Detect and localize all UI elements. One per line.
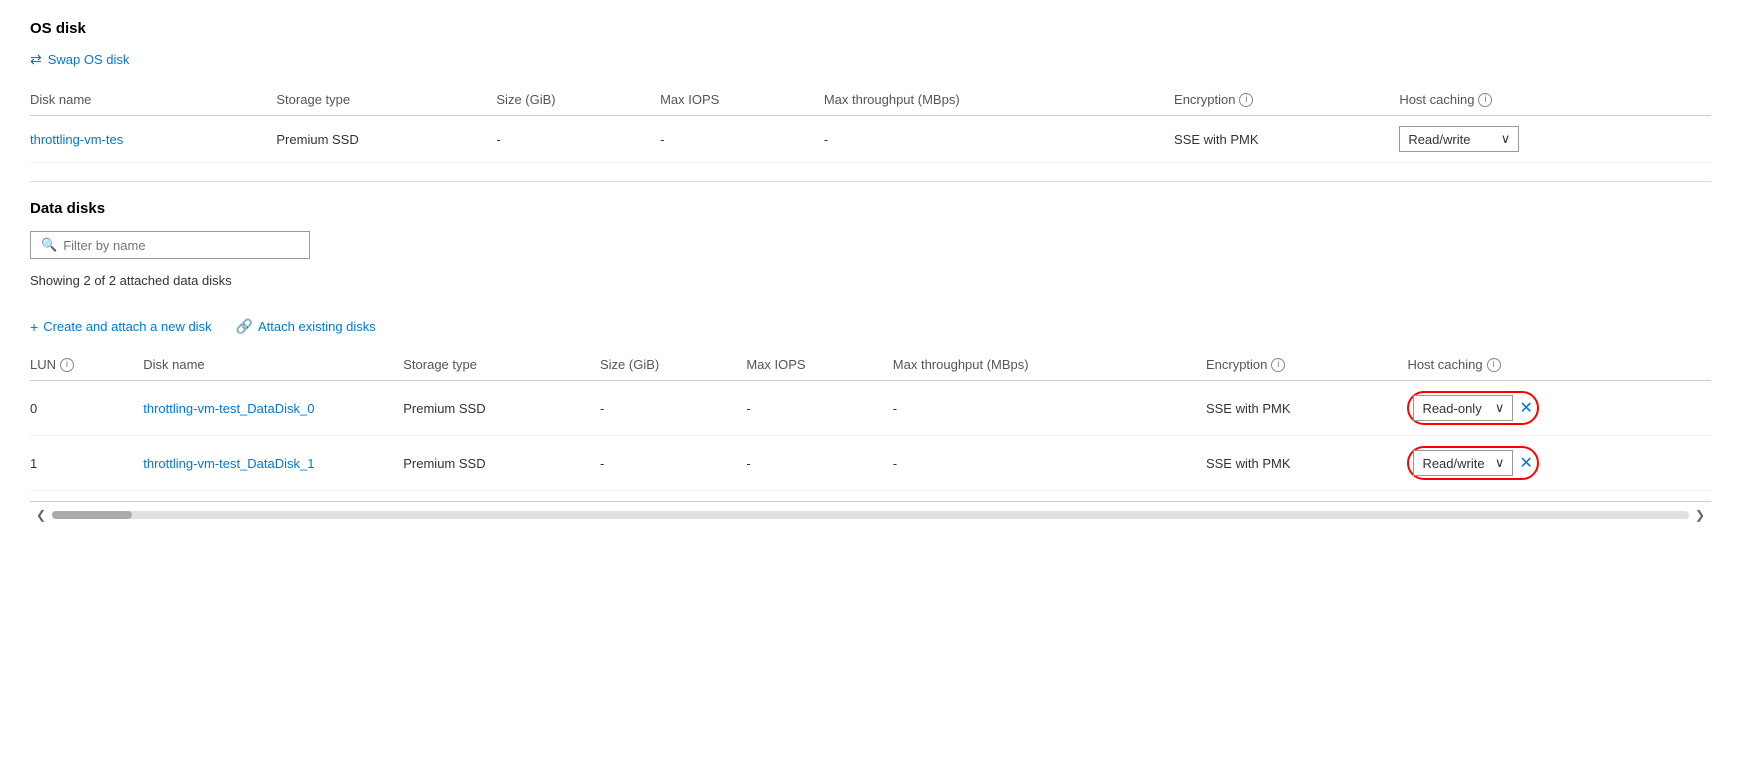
showing-text: Showing 2 of 2 attached data disks: [30, 273, 1711, 288]
max-iops-1: -: [746, 436, 892, 491]
max-iops-0: -: [746, 381, 892, 436]
host-caching-cell: Read-only ∨ ✕: [1407, 391, 1703, 425]
encryption-0: SSE with PMK: [1206, 381, 1407, 436]
os-chevron-icon: ∨: [1501, 131, 1511, 147]
attach-existing-button[interactable]: 🔗 Attach existing disks: [236, 318, 376, 335]
attach-icon: 🔗: [236, 318, 253, 335]
data-col-max-iops: Max IOPS: [746, 351, 892, 381]
scrollbar[interactable]: ❮ ❯: [30, 501, 1711, 528]
os-disk-row: throttling-vm-tes Premium SSD - - - SSE …: [30, 116, 1711, 163]
col-size-gib: Size (GiB): [496, 86, 660, 116]
scrollbar-thumb[interactable]: [52, 511, 132, 519]
size-1: -: [600, 436, 746, 491]
disk-name-link-0[interactable]: throttling-vm-test_DataDisk_0: [143, 401, 314, 416]
data-col-lun: LUN i: [30, 351, 143, 381]
max-throughput-1: -: [893, 436, 1206, 491]
max-throughput-0: -: [893, 381, 1206, 436]
col-max-throughput: Max throughput (MBps): [824, 86, 1174, 116]
os-size: -: [496, 116, 660, 163]
encryption-info-icon[interactable]: i: [1239, 93, 1253, 107]
data-disk-row: 0 throttling-vm-test_DataDisk_0 Premium …: [30, 381, 1711, 436]
data-col-size-gib: Size (GiB): [600, 351, 746, 381]
data-host-caching-value-0: Read-only: [1422, 401, 1481, 416]
os-max-iops: -: [660, 116, 824, 163]
os-encryption: SSE with PMK: [1174, 116, 1399, 163]
os-disk-title: OS disk: [30, 20, 1711, 37]
remove-disk-button-1[interactable]: ✕: [1519, 453, 1532, 473]
create-attach-button[interactable]: + Create and attach a new disk: [30, 319, 212, 335]
chevron-icon-1: ∨: [1495, 455, 1505, 471]
filter-box[interactable]: 🔍: [30, 231, 310, 259]
swap-os-disk-button[interactable]: ⇄ Swap OS disk: [30, 51, 1711, 68]
scrollbar-track: [52, 511, 1689, 519]
os-disk-name-link[interactable]: throttling-vm-tes: [30, 132, 123, 147]
col-encryption: Encryption i: [1174, 86, 1399, 116]
plus-icon: +: [30, 319, 38, 335]
data-col-storage-type: Storage type: [403, 351, 600, 381]
col-disk-name: Disk name: [30, 86, 276, 116]
storage-type-0: Premium SSD: [403, 381, 600, 436]
os-host-caching-dropdown[interactable]: Read/write ∨: [1399, 126, 1519, 152]
swap-label: Swap OS disk: [48, 52, 130, 67]
size-0: -: [600, 381, 746, 436]
os-host-caching-value: Read/write: [1408, 132, 1470, 147]
lun-info-icon[interactable]: i: [60, 358, 74, 372]
os-storage-type: Premium SSD: [276, 116, 496, 163]
os-max-throughput: -: [824, 116, 1174, 163]
storage-type-1: Premium SSD: [403, 436, 600, 491]
data-encryption-info-icon[interactable]: i: [1271, 358, 1285, 372]
host-caching-info-icon[interactable]: i: [1478, 93, 1492, 107]
create-attach-label: Create and attach a new disk: [43, 319, 211, 334]
data-col-max-throughput: Max throughput (MBps): [893, 351, 1206, 381]
scroll-left-icon[interactable]: ❮: [30, 508, 52, 522]
filter-input[interactable]: [63, 238, 299, 253]
data-host-caching-dropdown-0[interactable]: Read-only ∨: [1413, 395, 1513, 421]
data-disks-table: LUN i Disk name Storage type Size (GiB) …: [30, 351, 1711, 491]
search-icon: 🔍: [41, 237, 57, 253]
data-host-caching-value-1: Read/write: [1422, 456, 1484, 471]
remove-disk-button-0[interactable]: ✕: [1519, 398, 1532, 418]
encryption-1: SSE with PMK: [1206, 436, 1407, 491]
data-col-host-caching: Host caching i: [1407, 351, 1711, 381]
disk-name-link-1[interactable]: throttling-vm-test_DataDisk_1: [143, 456, 314, 471]
data-host-caching-dropdown-1[interactable]: Read/write ∨: [1413, 450, 1513, 476]
section-divider: [30, 181, 1711, 182]
chevron-icon-0: ∨: [1495, 400, 1505, 416]
attach-existing-label: Attach existing disks: [258, 319, 376, 334]
data-col-disk-name: Disk name: [143, 351, 403, 381]
col-storage-type: Storage type: [276, 86, 496, 116]
col-host-caching: Host caching i: [1399, 86, 1711, 116]
data-col-encryption: Encryption i: [1206, 351, 1407, 381]
action-bar: + Create and attach a new disk 🔗 Attach …: [30, 318, 1711, 335]
data-host-caching-info-icon[interactable]: i: [1487, 358, 1501, 372]
lun-0: 0: [30, 381, 143, 436]
host-caching-cell: Read/write ∨ ✕: [1407, 446, 1703, 480]
os-disk-table: Disk name Storage type Size (GiB) Max IO…: [30, 86, 1711, 163]
scroll-right-icon[interactable]: ❯: [1689, 508, 1711, 522]
data-disk-row: 1 throttling-vm-test_DataDisk_1 Premium …: [30, 436, 1711, 491]
data-disks-title: Data disks: [30, 200, 1711, 217]
lun-1: 1: [30, 436, 143, 491]
col-max-iops: Max IOPS: [660, 86, 824, 116]
swap-icon: ⇄: [30, 51, 42, 68]
